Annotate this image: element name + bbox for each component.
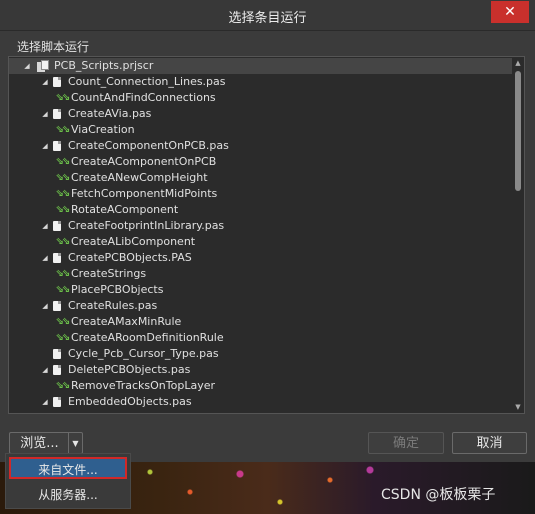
procedure-icon: ⇘⇘ xyxy=(55,380,71,391)
expand-icon[interactable]: ◢ xyxy=(22,58,32,74)
procedure-icon: ⇘⇘ xyxy=(55,236,71,247)
procedure-icon: ⇘⇘ xyxy=(55,268,71,279)
cancel-button[interactable]: 取消 xyxy=(452,432,527,454)
procedure-icon: ⇘⇘ xyxy=(55,156,71,167)
tree-row[interactable]: ⇘⇘ RotateAComponent xyxy=(9,202,512,218)
tree-row-label: RemoveTracksOnTopLayer xyxy=(71,379,216,392)
ok-button[interactable]: 确定 xyxy=(368,432,444,454)
tree-row[interactable]: ◢ EmbeddedObjects.pas xyxy=(9,394,512,410)
tree-row[interactable]: ◢ Count_Connection_Lines.pas xyxy=(9,74,512,90)
tree-row[interactable]: ⇘⇘ CreateAComponentOnPCB xyxy=(9,154,512,170)
tree-row-label: RotateAComponent xyxy=(71,203,179,216)
tree-row-label: PlacePCBObjects xyxy=(71,283,164,296)
tree-row[interactable]: ⇘⇘ PlacePCBObjects xyxy=(9,282,512,298)
scroll-down-icon[interactable]: ▼ xyxy=(512,401,524,413)
script-tree[interactable]: ◢ PCB_Scripts.prjscr ◢ Count_Connection_Lin… xyxy=(8,56,525,414)
tree-row-label: PCB_Scripts.prjscr xyxy=(54,59,154,72)
tree-row[interactable]: ⇘⇘ CreateAMaxMinRule xyxy=(9,314,512,330)
expand-icon[interactable]: ◢ xyxy=(40,138,50,154)
menu-item-from-server[interactable]: 从服务器... xyxy=(9,484,127,506)
project-icon xyxy=(37,60,50,72)
expand-icon[interactable]: ◢ xyxy=(40,298,50,314)
tree-row-label: CreateALibComponent xyxy=(71,235,196,248)
menu-item-from-file[interactable]: 来自文件... xyxy=(9,457,127,479)
procedure-icon: ⇘⇘ xyxy=(55,92,71,103)
watermark: CSDN @板板栗子 xyxy=(381,487,496,503)
tree-row[interactable]: ⇘⇘ CreateANewCompHeight xyxy=(9,170,512,186)
chevron-down-icon: ▼ xyxy=(72,439,79,448)
tree-row[interactable]: ⇘⇘ RemoveTracksOnTopLayer xyxy=(9,378,512,394)
tree-row-label: CreatePCBObjects.PAS xyxy=(68,251,192,264)
tree-row-label: Cycle_Pcb_Cursor_Type.pas xyxy=(68,347,219,360)
file-icon xyxy=(53,109,61,119)
file-icon xyxy=(53,397,61,407)
tree-row-label: CountAndFindConnections xyxy=(71,91,216,104)
tree-row-label: ViaCreation xyxy=(71,123,135,136)
tree-row[interactable]: ⇘⇘ CreateALibComponent xyxy=(9,234,512,250)
file-icon xyxy=(53,349,61,359)
tree-row-label: FetchComponentMidPoints xyxy=(71,187,218,200)
file-icon xyxy=(53,221,61,231)
tree-row-label: EmbeddedObjects.pas xyxy=(68,395,192,408)
title-bar: 选择条目运行 ✕ xyxy=(0,0,535,31)
tree-row[interactable]: ⇘⇘ CountAndFindConnections xyxy=(9,90,512,106)
browse-dropdown-button[interactable]: ▼ xyxy=(68,432,83,454)
vertical-scrollbar[interactable]: ▲ ▼ xyxy=(512,57,524,413)
expand-icon[interactable]: ◢ xyxy=(40,106,50,122)
expand-icon[interactable]: ◢ xyxy=(40,362,50,378)
procedure-icon: ⇘⇘ xyxy=(55,332,71,343)
browse-dropdown-menu: 来自文件... 从服务器... xyxy=(5,453,131,509)
procedure-icon: ⇘⇘ xyxy=(55,172,71,183)
file-icon xyxy=(53,77,61,87)
tree-row-label: CreateAComponentOnPCB xyxy=(71,155,217,168)
tree-row-label: CreateStrings xyxy=(71,267,147,280)
procedure-icon: ⇘⇘ xyxy=(55,284,71,295)
tree-row[interactable]: Cycle_Pcb_Cursor_Type.pas xyxy=(9,346,512,362)
tree-row-label: Count_Connection_Lines.pas xyxy=(68,75,226,88)
section-label: 选择脚本运行 xyxy=(17,40,90,54)
tree-row-label: CreateRules.pas xyxy=(68,299,158,312)
expand-icon[interactable]: ◢ xyxy=(40,74,50,90)
tree-row-label: CreateANewCompHeight xyxy=(71,171,208,184)
expand-icon[interactable]: ◢ xyxy=(40,218,50,234)
procedure-icon: ⇘⇘ xyxy=(55,316,71,327)
expand-icon[interactable]: ◢ xyxy=(40,394,50,410)
procedure-icon: ⇘⇘ xyxy=(55,188,71,199)
close-button[interactable]: ✕ xyxy=(491,1,529,23)
background-pcb-pattern xyxy=(130,462,390,514)
tree-row[interactable]: ◢ DeletePCBObjects.pas xyxy=(9,362,512,378)
file-icon xyxy=(53,365,61,375)
file-icon xyxy=(53,253,61,263)
tree-row-label: CreateARoomDefinitionRule xyxy=(71,331,224,344)
tree-row-label: CreateComponentOnPCB.pas xyxy=(68,139,229,152)
tree-row[interactable]: ◢ CreateComponentOnPCB.pas xyxy=(9,138,512,154)
procedure-icon: ⇘⇘ xyxy=(55,204,71,215)
tree-row[interactable]: ◢ CreateAVia.pas xyxy=(9,106,512,122)
tree-row[interactable]: ⇘⇘ ViaCreation xyxy=(9,122,512,138)
expand-icon[interactable]: ◢ xyxy=(40,250,50,266)
tree-row-label: DeletePCBObjects.pas xyxy=(68,363,191,376)
file-icon xyxy=(53,141,61,151)
tree-row[interactable]: ◢ PCB_Scripts.prjscr xyxy=(9,58,512,74)
tree-row[interactable]: ◢ CreateFootprintInLibrary.pas xyxy=(9,218,512,234)
tree-row-label: CreateFootprintInLibrary.pas xyxy=(68,219,225,232)
tree-row[interactable]: ◢ CreatePCBObjects.PAS xyxy=(9,250,512,266)
tree-row[interactable]: ⇘⇘ CreateARoomDefinitionRule xyxy=(9,330,512,346)
procedure-icon: ⇘⇘ xyxy=(55,124,71,135)
tree-list: ◢ PCB_Scripts.prjscr ◢ Count_Connection_Lin… xyxy=(9,58,512,410)
tree-row[interactable]: ⇘⇘ FetchComponentMidPoints xyxy=(9,186,512,202)
tree-row-label: CreateAMaxMinRule xyxy=(71,315,182,328)
file-icon xyxy=(53,301,61,311)
scrollbar-thumb[interactable] xyxy=(515,71,521,191)
tree-row[interactable]: ◢ CreateRules.pas xyxy=(9,298,512,314)
tree-row-label: CreateAVia.pas xyxy=(68,107,152,120)
tree-row[interactable]: ⇘⇘ CreateStrings xyxy=(9,266,512,282)
window-title: 选择条目运行 xyxy=(228,11,307,26)
scroll-up-icon[interactable]: ▲ xyxy=(512,57,524,69)
browse-button[interactable]: 浏览... xyxy=(9,432,69,454)
close-icon: ✕ xyxy=(504,4,516,20)
